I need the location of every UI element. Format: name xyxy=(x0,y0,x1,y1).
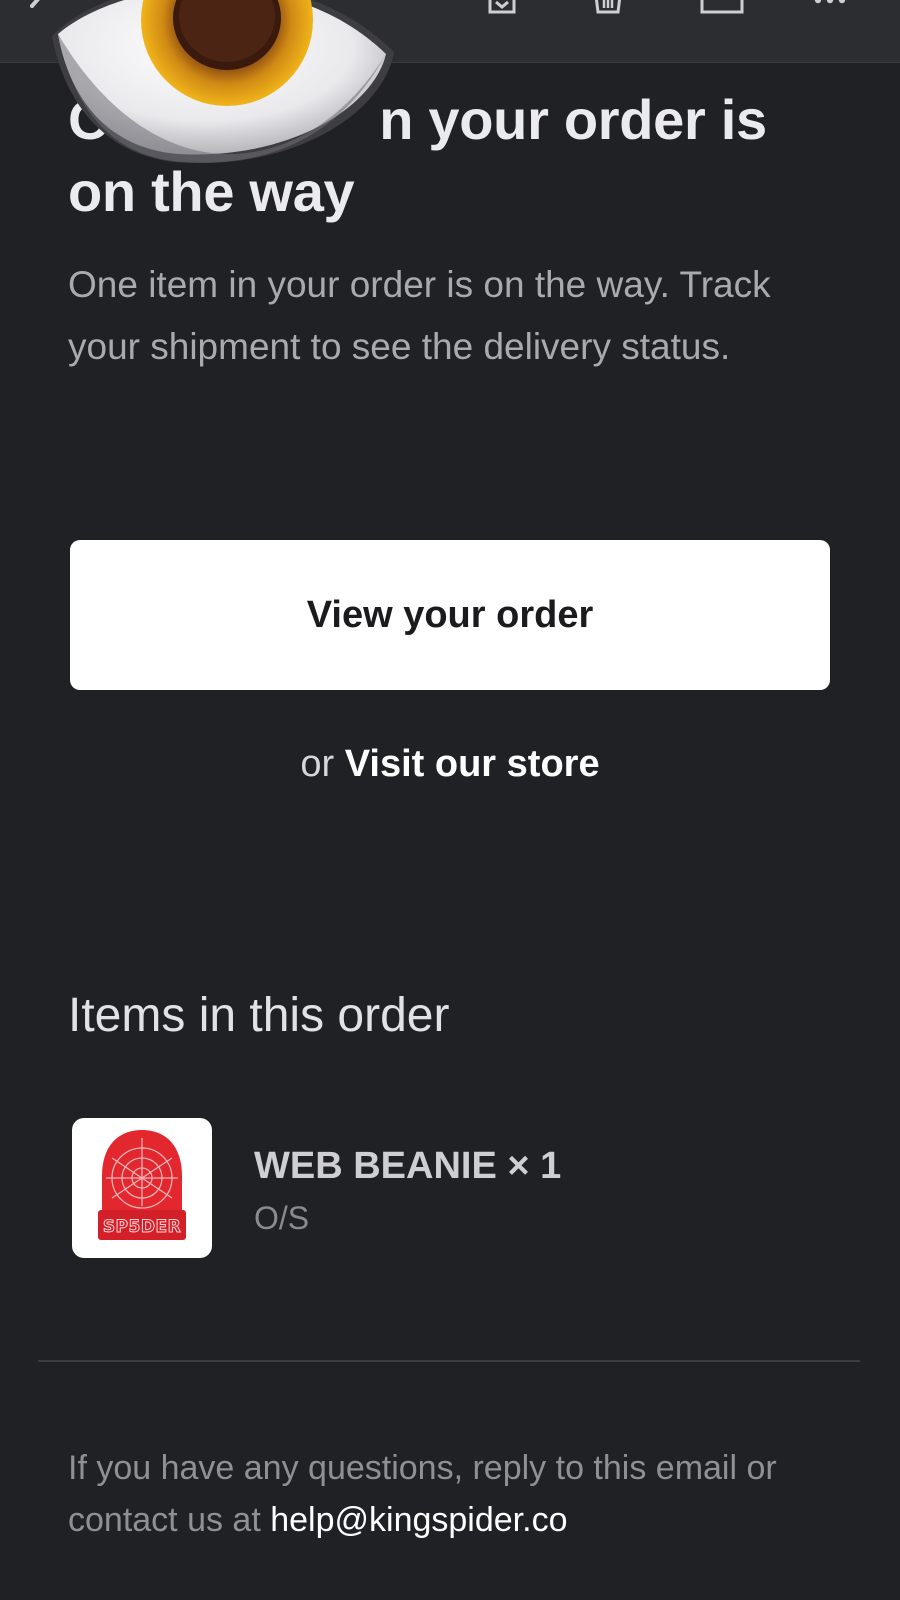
visit-prefix: or xyxy=(300,743,345,785)
visit-store-row: or Visit our store xyxy=(0,738,900,790)
more-icon[interactable] xyxy=(810,0,850,18)
archive-icon[interactable] xyxy=(484,0,528,18)
support-email-link[interactable]: help@kingspider.co xyxy=(270,1501,567,1539)
intro-text: One item in your order is on the way. Tr… xyxy=(68,264,771,367)
footer-text: If you have any questions, reply to this… xyxy=(68,1442,868,1546)
view-order-button-label: View your order xyxy=(306,593,594,636)
trash-icon[interactable] xyxy=(590,0,634,18)
mail-icon[interactable] xyxy=(700,0,744,18)
headline-line1-end: n your order is xyxy=(379,88,767,151)
eye-emoji-icon xyxy=(52,0,394,164)
view-order-button[interactable]: View your order xyxy=(70,540,830,690)
section-divider xyxy=(38,1360,860,1362)
svg-text:SP5DER: SP5DER xyxy=(103,1217,181,1237)
beanie-image: SP5DER xyxy=(98,1130,186,1240)
items-heading: Items in this order xyxy=(68,989,450,1042)
visit-store-link[interactable]: Visit our store xyxy=(345,743,600,785)
product-variant: O/S xyxy=(254,1200,310,1236)
product-name: WEB BEANIE × 1 xyxy=(254,1145,562,1187)
product-thumbnail[interactable]: SP5DER xyxy=(72,1118,212,1258)
